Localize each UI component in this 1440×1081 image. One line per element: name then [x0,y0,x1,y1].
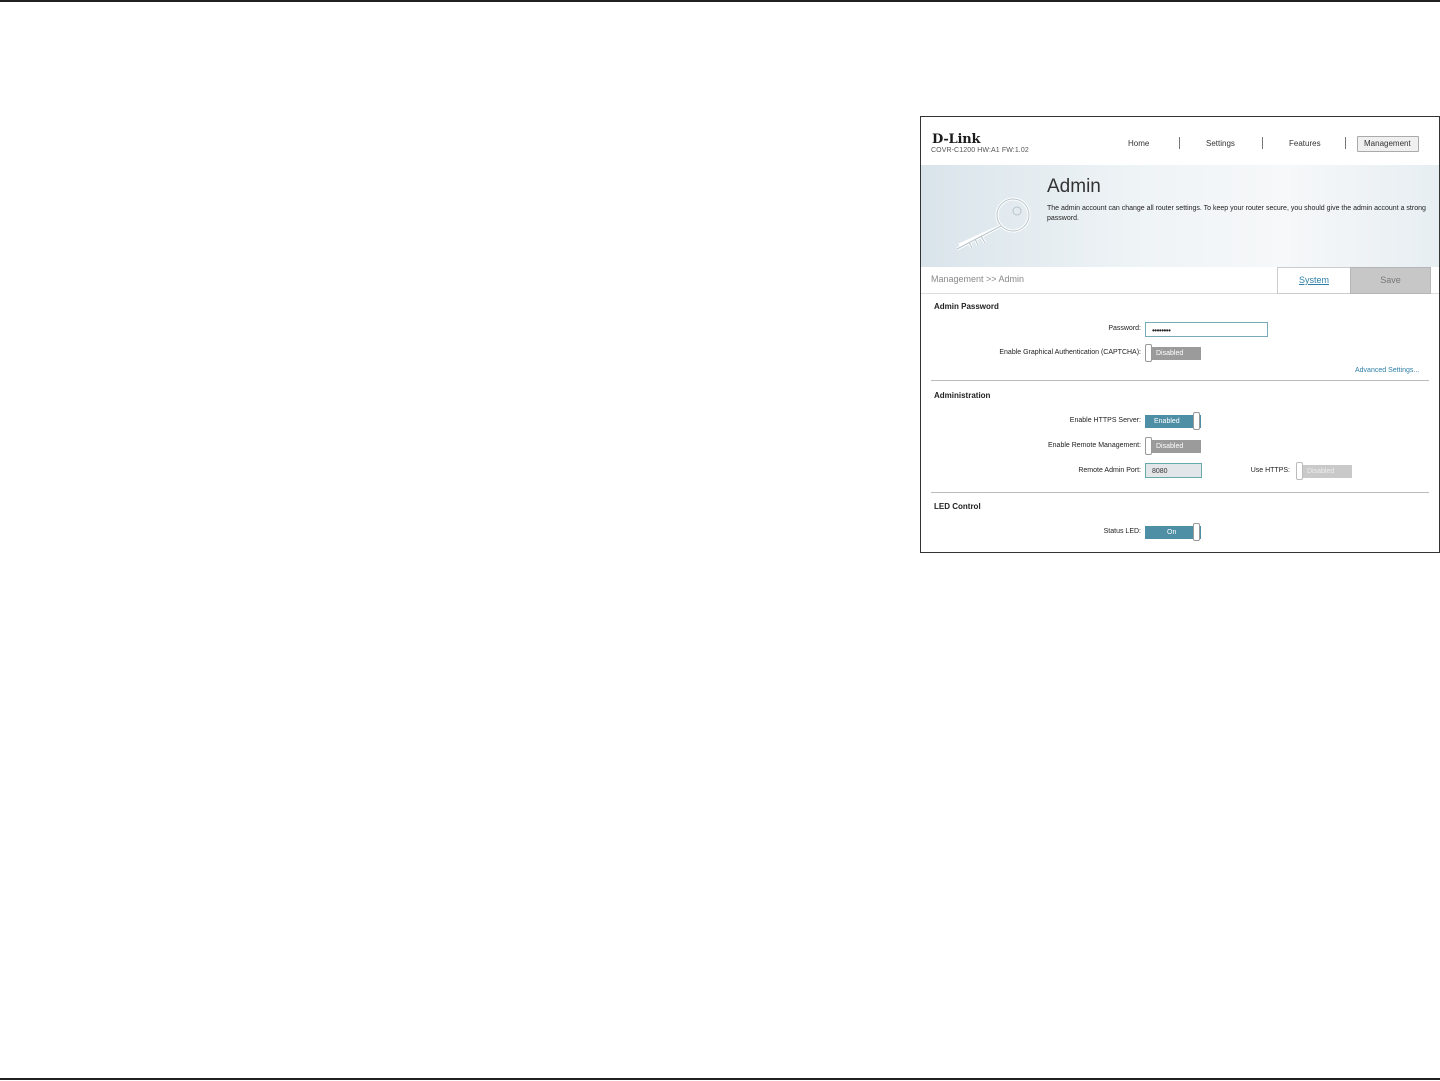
status-led-label: Status LED: [1103,528,1141,535]
save-button[interactable]: Save [1350,267,1431,294]
password-label: Password: [1108,325,1141,332]
password-field[interactable]: •••••••• [1145,322,1268,337]
system-button[interactable]: System [1277,267,1351,294]
nav-separator [1179,137,1180,149]
https-server-toggle-state: Enabled [1154,418,1180,425]
nav-management[interactable]: Management [1364,139,1411,148]
model-info: COVR-C1200 HW:A1 FW:1.02 [931,147,1029,154]
toggle-knob [1145,344,1152,362]
nav-features[interactable]: Features [1289,139,1321,148]
page-title: Admin [1047,176,1101,197]
status-led-toggle-state: On [1167,529,1177,536]
breadcrumb: Management >> Admin [931,274,1025,284]
section-divider [931,380,1429,381]
remote-port-label: Remote Admin Port: [1078,467,1141,474]
toggle-knob [1193,412,1200,430]
nav-separator [1345,137,1346,149]
nav-separator [1262,137,1263,149]
use-https-toggle-state: Disabled [1307,468,1335,475]
dlink-logo: D-Link [932,132,981,147]
https-server-label: Enable HTTPS Server: [1069,417,1141,424]
remote-management-label: Enable Remote Management: [1048,442,1141,449]
remote-port-field[interactable]: 8080 [1145,463,1202,478]
toggle-knob [1296,462,1303,480]
page-bottom-rule [0,1078,1440,1080]
captcha-toggle-state: Disabled [1156,350,1184,357]
https-server-toggle[interactable]: Enabled [1145,412,1201,430]
captcha-toggle[interactable]: Disabled [1145,344,1201,362]
nav-settings[interactable]: Settings [1206,139,1235,148]
status-led-toggle[interactable]: On [1145,523,1201,541]
remote-management-toggle-state: Disabled [1156,443,1184,450]
section-divider [931,492,1429,493]
advanced-settings-link[interactable]: Advanced Settings... [1355,367,1419,374]
use-https-toggle[interactable]: Disabled [1296,462,1352,480]
admin-password-heading: Admin Password [934,302,999,311]
toggle-knob [1193,523,1200,541]
remote-management-toggle[interactable]: Disabled [1145,437,1201,455]
toggle-knob [1145,437,1152,455]
led-control-heading: LED Control [934,502,981,511]
router-admin-window: D-Link COVR-C1200 HW:A1 FW:1.02 Home Set… [920,116,1440,553]
page-top-rule [0,0,1440,2]
top-header: D-Link COVR-C1200 HW:A1 FW:1.02 Home Set… [921,117,1439,165]
page-description: The admin account can change all router … [1047,205,1426,222]
administration-heading: Administration [934,391,991,400]
nav-home[interactable]: Home [1128,139,1149,148]
captcha-label: Enable Graphical Authentication (CAPTCHA… [999,349,1141,356]
use-https-label: Use HTTPS: [1250,467,1290,474]
key-icon [956,197,1031,251]
